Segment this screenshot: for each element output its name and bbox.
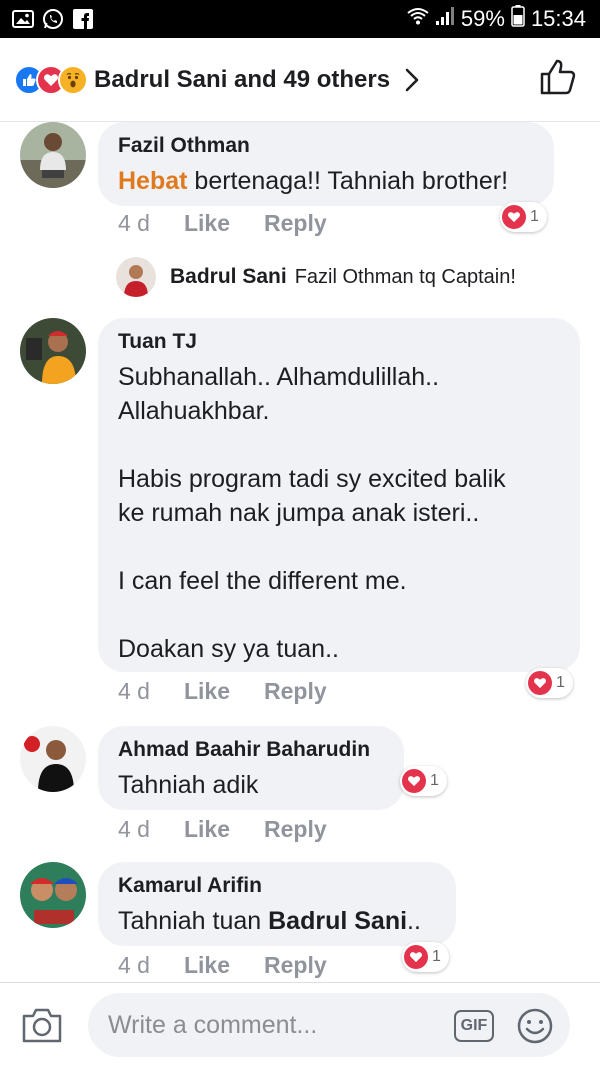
comment-author[interactable]: Kamarul Arifin [118, 874, 436, 898]
image-icon [12, 9, 34, 29]
comment-bubble[interactable]: Tuan TJ Subhanallah.. Alhamdulillah.. Al… [98, 318, 580, 672]
reply-button[interactable]: Reply [264, 210, 327, 237]
comment-time[interactable]: 4 d [118, 816, 150, 843]
heart-icon [502, 205, 526, 229]
status-bar-notifications [12, 9, 94, 29]
comment-actions: 4 d Like Reply [118, 952, 361, 979]
comment-text-body: Tahniah tuan [118, 907, 269, 935]
comment-time[interactable]: 4 d [118, 952, 150, 979]
comment-text: Tahniah tuan Badrul Sani.. [118, 907, 421, 935]
heart-icon [402, 769, 426, 793]
status-bar-system: 59% 15:34 [407, 5, 586, 33]
wow-reaction-icon [58, 64, 88, 95]
camera-icon[interactable] [20, 1003, 64, 1047]
reply-preview[interactable]: Badrul Sani Fazil Othman tq Captain! [116, 257, 516, 297]
comment-time[interactable]: 4 d [118, 210, 150, 237]
reaction-count: 1 [530, 208, 539, 225]
comment-reaction[interactable]: 1 [402, 942, 449, 972]
chevron-right-icon[interactable] [404, 67, 420, 93]
clock: 15:34 [530, 6, 586, 31]
reply-button[interactable]: Reply [264, 678, 327, 705]
like-button[interactable]: Like [184, 816, 230, 843]
comment-highlight[interactable]: Hebat [118, 167, 187, 195]
avatar[interactable] [20, 726, 86, 792]
smiley-icon[interactable] [516, 1007, 554, 1050]
reply-text: Fazil Othman tq Captain! [294, 265, 516, 288]
comment-reaction[interactable]: 1 [400, 766, 447, 796]
heart-icon [404, 945, 428, 969]
comment-text: Subhanallah.. Alhamdulillah.. Allahuakhb… [118, 363, 506, 663]
avatar[interactable] [20, 318, 86, 384]
reply-button[interactable]: Reply [264, 952, 327, 979]
reaction-summary[interactable] [14, 64, 88, 95]
like-button[interactable]: Like [184, 678, 230, 705]
reactions-title[interactable]: Badrul Sani and 49 others [94, 66, 390, 94]
comment-bubble[interactable]: Fazil Othman Hebat bertenaga!! Tahniah b… [98, 122, 554, 206]
comment-author[interactable]: Tuan TJ [118, 330, 560, 354]
reply-author[interactable]: Badrul Sani [170, 265, 287, 289]
battery-percent: 59% [460, 6, 505, 31]
facebook-icon [72, 9, 94, 29]
reaction-count: 1 [432, 948, 441, 965]
comment-reaction[interactable]: 1 [500, 202, 547, 232]
avatar[interactable] [20, 862, 86, 928]
whatsapp-icon [42, 9, 64, 29]
comment-author[interactable]: Ahmad Baahir Baharudin [118, 738, 384, 762]
reaction-count: 1 [556, 674, 565, 691]
comment-text: Tahniah adik [118, 771, 259, 799]
like-button[interactable]: Like [184, 952, 230, 979]
comment-actions: 4 d Like Reply [118, 816, 361, 843]
thumbs-up-icon[interactable] [540, 58, 576, 101]
comment-author[interactable]: Fazil Othman [118, 134, 534, 158]
comment-composer: GIF [0, 982, 600, 1067]
comment-bubble[interactable]: Kamarul Arifin Tahniah tuan Badrul Sani.… [98, 862, 456, 946]
avatar[interactable] [20, 122, 86, 188]
signal-icon [435, 6, 455, 32]
comment-text-body: bertenaga!! Tahniah brother! [187, 167, 509, 195]
reactions-header[interactable]: Badrul Sani and 49 others [0, 38, 600, 122]
comment-text: Hebat bertenaga!! Tahniah brother! [118, 167, 508, 195]
wifi-icon [407, 6, 429, 32]
avatar[interactable] [116, 257, 156, 297]
comment-time[interactable]: 4 d [118, 678, 150, 705]
like-button[interactable]: Like [184, 210, 230, 237]
battery-icon [511, 5, 525, 33]
reply-button[interactable]: Reply [264, 816, 327, 843]
comment-input-box[interactable]: GIF [88, 993, 570, 1057]
mention-link[interactable]: Badrul Sani [268, 907, 407, 935]
reaction-count: 1 [430, 772, 439, 789]
comment-input[interactable] [108, 1010, 428, 1040]
gif-icon[interactable]: GIF [454, 1010, 494, 1042]
status-bar: 59% 15:34 [0, 0, 600, 38]
comment-bubble[interactable]: Ahmad Baahir Baharudin Tahniah adik [98, 726, 404, 810]
comment-text-suffix: .. [407, 907, 421, 935]
comment-reaction[interactable]: 1 [526, 668, 573, 698]
comments-feed[interactable]: Fazil Othman Hebat bertenaga!! Tahniah b… [0, 122, 600, 982]
comment-actions: 4 d Like Reply [118, 210, 361, 237]
comment-actions: 4 d Like Reply [118, 678, 361, 705]
heart-icon [528, 671, 552, 695]
